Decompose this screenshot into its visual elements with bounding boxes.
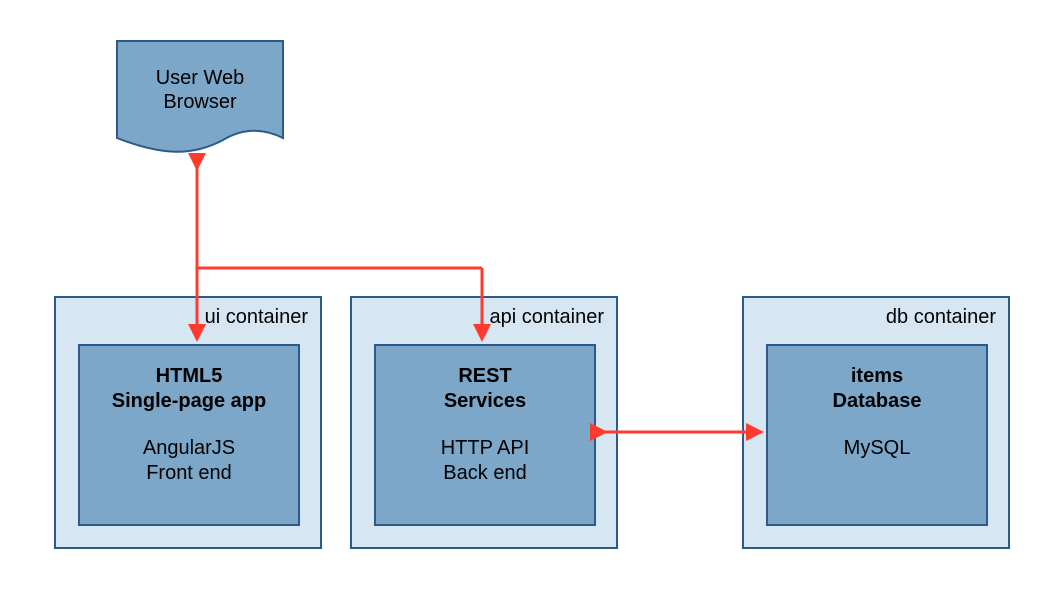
api-sub-line1: HTTP API [441,437,530,459]
browser-node: User Web Browser [116,40,284,150]
api-container: api container REST Services HTTP API Bac… [350,296,618,549]
db-sub-line1: MySQL [844,437,911,459]
ui-title-line2: Single-page app [112,390,266,412]
db-title-line1: items [851,365,903,387]
api-title-line1: REST [458,365,511,387]
ui-container: ui container HTML5 Single-page app Angul… [54,296,322,549]
ui-container-label: ui container [205,306,308,329]
db-container: db container items Database MySQL [742,296,1010,549]
api-title-line2: Services [444,390,526,412]
db-container-label: db container [886,306,996,329]
ui-inner-box: HTML5 Single-page app AngularJS Front en… [78,344,300,526]
api-container-label: api container [489,306,604,329]
browser-title-line1: User Web [156,67,245,89]
db-title-line2: Database [833,390,922,412]
ui-sub-line2: Front end [146,462,232,484]
api-sub-line2: Back end [443,462,526,484]
browser-title-line2: Browser [163,91,236,113]
ui-sub-line1: AngularJS [143,437,235,459]
ui-title-line1: HTML5 [156,365,223,387]
api-inner-box: REST Services HTTP API Back end [374,344,596,526]
db-inner-box: items Database MySQL [766,344,988,526]
